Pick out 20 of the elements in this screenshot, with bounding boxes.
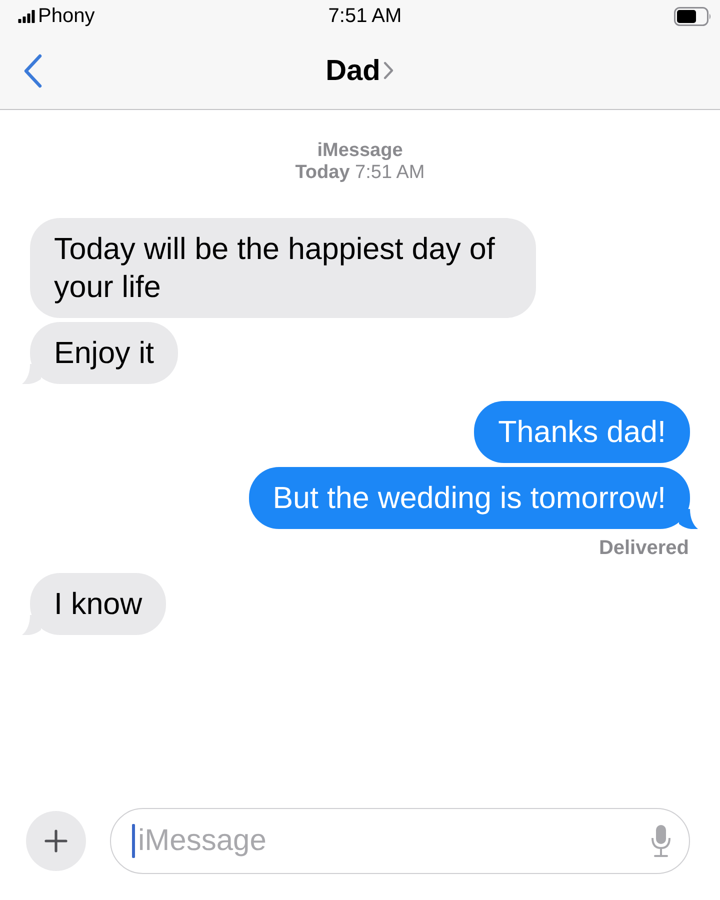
battery-icon (674, 6, 712, 26)
message-input-field[interactable]: iMessage (110, 808, 690, 874)
service-label: iMessage (316, 140, 404, 162)
received-message-bubble: Today will be the happiest day of your life (30, 218, 536, 318)
carrier-name: Phony (38, 4, 95, 28)
plus-icon (44, 829, 68, 853)
contact-name-button[interactable]: Dad (326, 54, 394, 88)
chevron-right-icon (383, 61, 394, 80)
microphone-button[interactable] (650, 824, 672, 858)
received-message-bubble: Enjoy it (22, 322, 178, 384)
sent-message-bubble: Thanks dad! (474, 401, 690, 463)
back-chevron-icon (22, 52, 44, 88)
sent-message-bubble: But the wedding is tomorrow! (248, 467, 698, 529)
delivery-status: Delivered (598, 537, 689, 559)
status-time: 7:51 AM (328, 4, 402, 28)
signal-icon (18, 10, 35, 22)
received-message-bubble: I know (22, 573, 166, 635)
conversation-timestamp: Today 7:51 AM (294, 162, 426, 184)
back-button[interactable] (22, 52, 44, 88)
microphone-icon (650, 824, 672, 858)
